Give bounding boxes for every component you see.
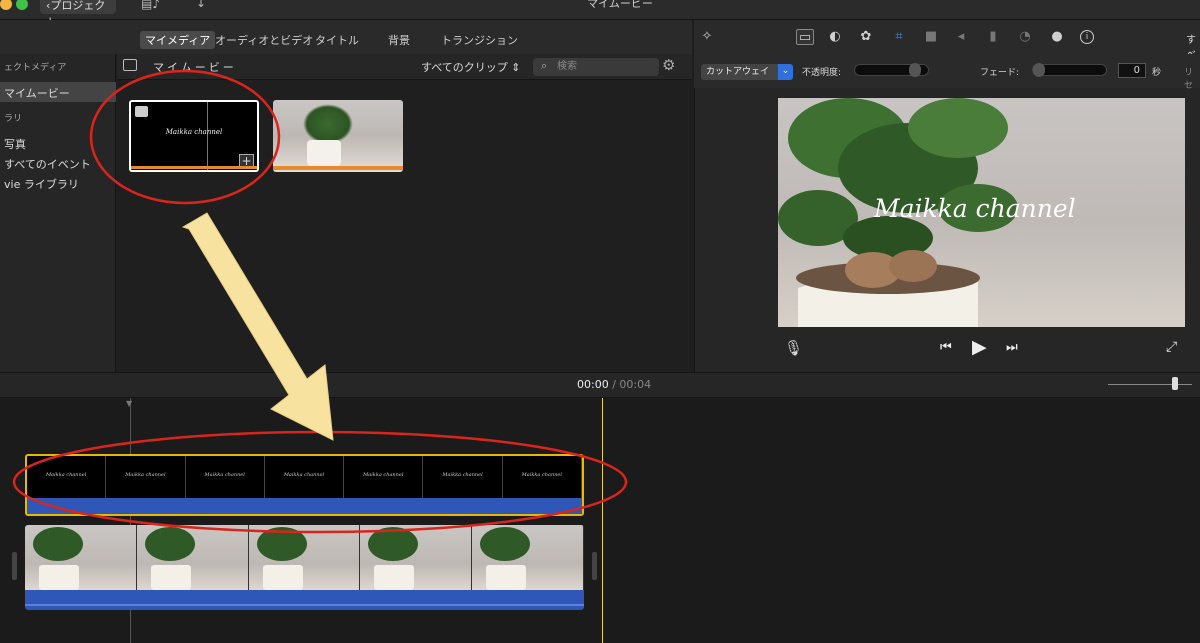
stabilization-icon[interactable]: ■ [922,29,940,45]
clip-trim-handle-right[interactable] [592,552,597,580]
tab-transitions[interactable]: トランジション [436,31,523,49]
used-clip-indicator [273,166,403,170]
color-balance-icon[interactable]: ◐ [826,29,844,45]
sidebar-item-photos[interactable]: 写真 [4,136,26,152]
title-bar: ‹プロジェクト ▤♪ ↓ マイムービー [0,0,1200,29]
media-tabs-bar: マイメディア オーディオとビデオ タイトル 背景 トランジション [0,20,692,54]
tab-audio-video[interactable]: オーディオとビデオ [210,31,318,49]
sidebar-item-all-events[interactable]: すべてのイベント [4,156,91,172]
microphone-icon[interactable]: 🎙 [784,339,803,357]
opacity-label: 不透明度: [802,68,842,78]
project-media-header: ェクトメディア [4,63,67,73]
settings-gear-icon[interactable]: ⚙ [662,56,675,74]
overlay-mode-dropdown[interactable]: カットアウェイ ⌄ [701,64,793,80]
tab-titles[interactable]: タイトル [310,31,364,49]
seconds-unit: 秒 [1152,68,1162,78]
updown-chevron-icon: ⇕ [507,61,521,74]
libraries-header: ラリ [4,114,23,124]
plant-video-thumbnail[interactable] [273,100,403,172]
skip-forward-icon[interactable]: ⏭ [1006,340,1018,355]
playhead-marker-icon: ▼ [126,399,133,408]
window-title: マイムービー [587,0,653,10]
sidebar-item-label: マイムービー [4,87,70,100]
zoom-slider[interactable] [1108,384,1192,385]
play-icon[interactable]: ▶ [972,336,987,358]
timecode-display: 00:00 / 00:04 [577,378,652,391]
fullscreen-icon[interactable]: ⤢ [1166,339,1177,355]
opacity-slider[interactable] [854,63,929,77]
chevron-down-icon: ⌄ [778,64,793,80]
plant-pot [307,140,341,166]
sidebar-item-imovie-library[interactable]: vie ライブラリ [4,176,79,192]
fade-slider[interactable] [1032,63,1107,77]
annotation-oval-top [89,69,281,205]
title-overlay-text: Maikka channel [874,194,1076,223]
info-icon[interactable]: i [1080,30,1094,44]
zoom-slider-knob[interactable] [1172,377,1178,390]
video-preview[interactable]: Maikka channel [778,98,1185,327]
search-icon: ⌕ [541,59,548,72]
audio-waveform [25,604,584,606]
speed-icon[interactable]: ◔ [1016,29,1034,45]
magic-wand-icon[interactable]: ✧ [698,29,716,45]
fade-duration-field[interactable]: 0 [1118,63,1146,78]
equalizer-icon[interactable]: ▮ [984,29,1002,45]
adjustments-bar: ✧ ▭ ◐ ✿ ⌗ ■ ◂ ▮ ◔ ● i すべ [694,20,1200,61]
color-palette-icon[interactable]: ✿ [857,29,875,45]
crop-icon[interactable]: ⌗ [890,29,908,45]
opacity-slider-knob[interactable] [908,63,921,77]
reset-button[interactable]: リセ [1184,65,1200,91]
clip-trim-handle-left[interactable] [12,552,17,580]
clip-filter-icon[interactable]: ● [1048,29,1066,45]
search-input[interactable]: 検索 [533,58,659,76]
volume-icon[interactable]: ◂ [952,29,970,45]
video-overlay-icon[interactable]: ▭ [796,29,814,45]
clip-filter-dropdown[interactable]: すべてのクリップ ⇕ [421,59,521,75]
tab-my-media[interactable]: マイメディア [140,31,216,49]
plant-leaves [303,104,353,144]
fade-label: フェード: [980,68,1020,78]
fade-slider-knob[interactable] [1033,63,1045,77]
tab-backgrounds[interactable]: 背景 [383,31,415,49]
annotation-arrow [181,212,334,441]
cutaway-settings-bar: カットアウェイ ⌄ 不透明度: フェード: 0 秒 リセ [694,54,1200,91]
skip-back-icon[interactable]: ⏮ [940,340,952,355]
